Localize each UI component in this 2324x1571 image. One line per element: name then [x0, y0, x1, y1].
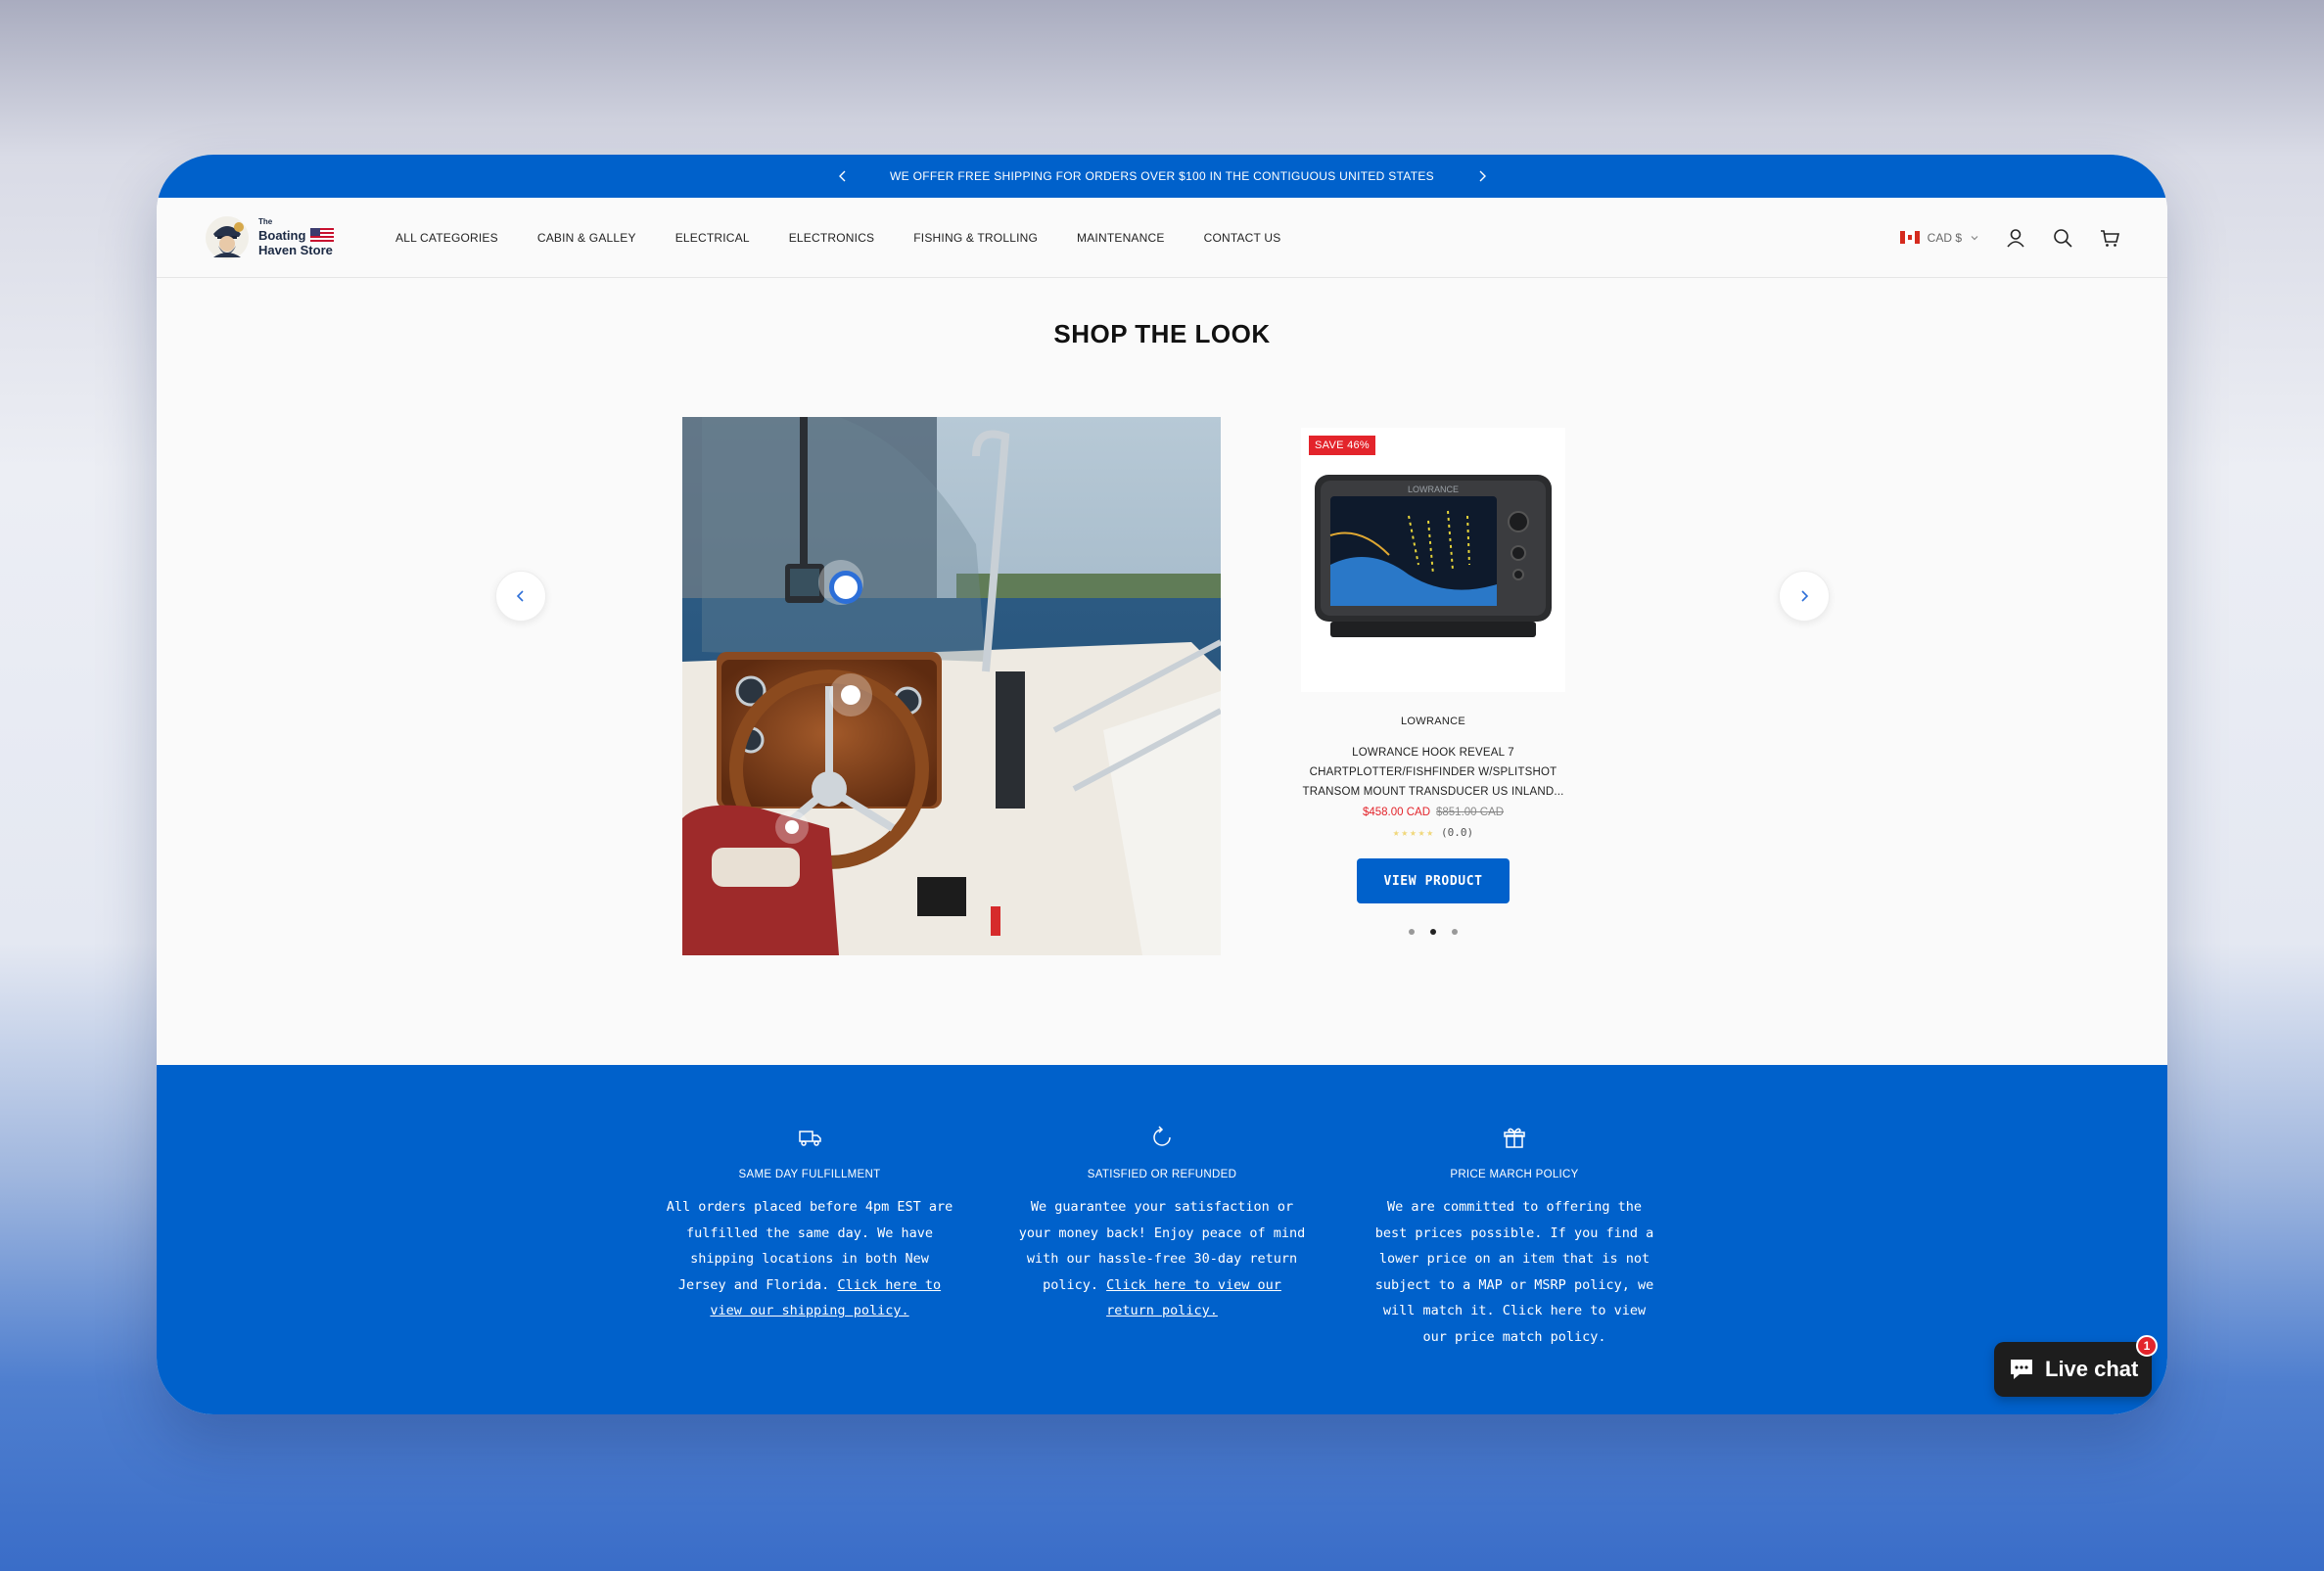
hotspot-seat[interactable] — [775, 810, 809, 844]
product-brand: LOWRANCE — [1401, 716, 1465, 727]
carousel-next-button[interactable] — [1779, 571, 1830, 622]
announcement-next-button[interactable] — [1471, 165, 1493, 187]
store-logo[interactable]: The Boating Haven Store — [204, 214, 370, 261]
chat-bubble-icon — [2011, 1360, 2032, 1379]
screen-brand-label: LOWRANCE — [1408, 485, 1459, 494]
hotspot-fishfinder[interactable] — [818, 560, 863, 605]
currency-label: CAD $ — [1927, 230, 1962, 245]
nav-all-categories[interactable]: ALL CATEGORIES — [395, 231, 498, 245]
cart-icon — [2101, 229, 2120, 247]
gift-icon — [1504, 1128, 1525, 1148]
section-title: SHOP THE LOOK — [1053, 319, 1271, 348]
live-chat-label: Live chat — [2045, 1357, 2139, 1381]
logo-line-1: Boating — [258, 227, 306, 243]
carousel-dot-1[interactable] — [1409, 929, 1415, 935]
boat-lifestyle-image — [682, 417, 1221, 955]
rating-value: (0.0) — [1441, 826, 1474, 839]
return-policy-link[interactable]: Click here to view our return policy. — [1106, 1277, 1281, 1319]
nav-cabin-galley[interactable]: CABIN & GALLEY — [537, 231, 636, 245]
us-flag-icon — [310, 228, 335, 242]
chevron-right-icon — [1479, 170, 1486, 182]
chevron-down-icon — [1971, 235, 1978, 240]
chevron-right-icon — [1801, 590, 1809, 602]
hotspot-steering[interactable] — [829, 673, 872, 716]
fishfinder-image: LOWRANCE — [1315, 475, 1552, 637]
chat-notification-badge: 1 — [2136, 1335, 2158, 1357]
product-rating: ★★★★★ (0.0) — [1301, 826, 1565, 839]
chevron-left-icon — [839, 170, 846, 182]
shop-the-look-section: SAVE 46% LOWRANCE LOWRANCE LOWRANCE HOOK… — [157, 349, 2167, 955]
captain-logo-icon — [206, 215, 249, 259]
feature-refund: SATISFIED OR REFUNDED We guarantee your … — [1015, 1124, 1309, 1414]
feature-title: PRICE MARCH POLICY — [1450, 1169, 1579, 1180]
product-image[interactable]: SAVE 46% LOWRANCE — [1301, 428, 1565, 692]
sale-badge: SAVE 46% — [1309, 436, 1376, 455]
sale-price: $458.00 CAD — [1362, 807, 1430, 818]
chevron-left-icon — [516, 590, 524, 602]
product-title[interactable]: LOWRANCE HOOK REVEAL 7 CHARTPLOTTER/FISH… — [1301, 743, 1565, 802]
carousel-dots — [1301, 929, 1565, 935]
announcement-prev-button[interactable] — [832, 165, 854, 187]
announcement-text: WE OFFER FREE SHIPPING FOR ORDERS OVER $… — [890, 169, 1434, 183]
nav-electronics[interactable]: ELECTRONICS — [789, 231, 875, 245]
logo-line-2: Haven Store — [258, 243, 333, 257]
nav-maintenance[interactable]: MAINTENANCE — [1077, 231, 1165, 245]
live-chat-button[interactable]: Live chat — [1994, 1342, 2152, 1397]
truck-icon — [799, 1131, 821, 1146]
nav-fishing-trolling[interactable]: FISHING & TROLLING — [913, 231, 1038, 245]
carousel-dot-2[interactable] — [1430, 929, 1436, 935]
feature-text: We are committed to offering the best pr… — [1374, 1199, 1654, 1345]
carousel-prev-button[interactable] — [495, 571, 546, 622]
browser-frame: WE OFFER FREE SHIPPING FOR ORDERS OVER $… — [157, 155, 2167, 1414]
cart-button[interactable] — [2099, 227, 2120, 249]
nav-electrical[interactable]: ELECTRICAL — [675, 231, 750, 245]
feature-title: SAME DAY FULFILLMENT — [738, 1169, 881, 1180]
star-rating-icon: ★★★★★ — [1392, 826, 1435, 839]
search-button[interactable] — [2052, 227, 2073, 249]
site-header: The Boating Haven Store ALL CATEGORIES C… — [157, 198, 2167, 278]
boat-photo — [682, 417, 1221, 955]
user-icon — [2007, 228, 2024, 248]
logo-small-text: The — [258, 217, 273, 226]
account-button[interactable] — [2005, 227, 2026, 249]
announcement-bar: WE OFFER FREE SHIPPING FOR ORDERS OVER $… — [157, 155, 2167, 198]
feature-price-match: PRICE MARCH POLICY We are committed to o… — [1368, 1124, 1661, 1414]
view-product-button[interactable]: VIEW PRODUCT — [1357, 858, 1510, 903]
product-card: SAVE 46% LOWRANCE LOWRANCE LOWRANCE HOOK… — [1301, 428, 1565, 935]
feature-same-day: SAME DAY FULFILLMENT All orders placed b… — [663, 1124, 956, 1414]
refresh-icon — [1153, 1126, 1171, 1146]
search-icon — [2054, 228, 2072, 248]
features-band: SAME DAY FULFILLMENT All orders placed b… — [157, 1065, 2167, 1414]
main-nav: ALL CATEGORIES CABIN & GALLEY ELECTRICAL… — [395, 231, 1280, 245]
feature-title: SATISFIED OR REFUNDED — [1087, 1169, 1237, 1180]
original-price: $851.00 CAD — [1436, 807, 1505, 818]
nav-contact-us[interactable]: CONTACT US — [1204, 231, 1281, 245]
canada-flag-icon — [1899, 231, 1920, 244]
currency-selector[interactable]: CAD $ — [1899, 230, 1979, 245]
carousel-dot-3[interactable] — [1452, 929, 1458, 935]
product-price: $458.00 CAD $851.00 CAD — [1301, 807, 1565, 818]
